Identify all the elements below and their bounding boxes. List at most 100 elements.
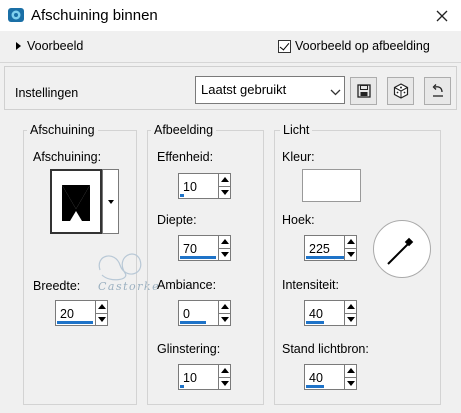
shininess-value: 10: [183, 371, 197, 385]
chevron-down-icon: [330, 85, 341, 99]
chevron-down-icon: [107, 199, 114, 204]
ambience-value: 0: [183, 307, 190, 321]
elevation-level-bar: [306, 385, 324, 388]
ambience-level-bar: [180, 321, 206, 324]
depth-input[interactable]: 70: [178, 235, 219, 261]
close-button[interactable]: [425, 2, 459, 29]
depth-decrement-button[interactable]: [219, 249, 230, 261]
width-spinner[interactable]: 20: [55, 300, 108, 326]
preview-on-image-checkbox[interactable]: Voorbeeld op afbeelding: [278, 37, 430, 55]
app-icon: [7, 6, 25, 24]
arrow-down-icon: [220, 380, 229, 386]
color-label: Kleur:: [282, 150, 315, 164]
angle-decrement-button[interactable]: [345, 249, 356, 261]
elevation-decrement-button[interactable]: [345, 378, 356, 390]
smoothness-spinner[interactable]: 10: [178, 173, 231, 199]
angle-spinner[interactable]: 225: [304, 235, 357, 261]
arrow-down-icon: [346, 251, 355, 257]
width-label: Breedte:: [33, 279, 81, 293]
bevel-shape-preview[interactable]: [50, 169, 102, 234]
width-decrement-button[interactable]: [96, 314, 107, 326]
intensity-level-bar: [306, 321, 324, 324]
light-color-swatch[interactable]: [302, 169, 361, 202]
preset-select-value: Laatst gebruikt: [201, 82, 287, 97]
angle-dial[interactable]: [373, 220, 431, 278]
settings-label: Instellingen: [15, 86, 79, 100]
reset-button[interactable]: [424, 77, 451, 105]
arrow-up-icon: [97, 304, 106, 310]
shininess-spinner[interactable]: 10: [178, 364, 231, 390]
elevation-label: Stand lichtbron:: [282, 342, 369, 356]
save-icon: [356, 84, 371, 98]
width-level-bar: [57, 321, 93, 324]
intensity-input[interactable]: 40: [304, 300, 345, 326]
angle-increment-button[interactable]: [345, 236, 356, 249]
arrow-up-icon: [220, 304, 229, 310]
angle-input[interactable]: 225: [304, 235, 345, 261]
width-input[interactable]: 20: [55, 300, 96, 326]
depth-label: Diepte:: [157, 213, 197, 227]
close-icon: [436, 10, 448, 21]
depth-increment-button[interactable]: [219, 236, 230, 249]
arrow-up-icon: [346, 368, 355, 374]
smoothness-label: Effenheid:: [157, 150, 214, 164]
bevel-shape-dropdown[interactable]: [102, 169, 119, 234]
shininess-increment-button[interactable]: [219, 365, 230, 378]
arrow-up-icon: [220, 239, 229, 245]
intensity-value: 40: [309, 307, 323, 321]
intensity-decrement-button[interactable]: [345, 314, 356, 326]
smoothness-value: 10: [183, 180, 197, 194]
smoothness-level-bar: [180, 194, 184, 197]
arrow-up-icon: [220, 368, 229, 374]
angle-value: 225: [309, 242, 330, 256]
arrow-down-icon: [346, 380, 355, 386]
save-preset-button[interactable]: [350, 77, 377, 105]
arrow-down-icon: [220, 316, 229, 322]
shininess-level-bar: [180, 385, 184, 388]
width-increment-button[interactable]: [96, 301, 107, 314]
intensity-label: Intensiteit:: [282, 278, 339, 292]
preview-toggle[interactable]: Voorbeeld: [16, 37, 83, 55]
ambience-decrement-button[interactable]: [219, 314, 230, 326]
angle-label: Hoek:: [282, 213, 315, 227]
ambience-input[interactable]: 0: [178, 300, 219, 326]
expand-arrow-icon: [16, 42, 21, 50]
arrow-down-icon: [346, 316, 355, 322]
elevation-value: 40: [309, 371, 323, 385]
elevation-spinner[interactable]: 40: [304, 364, 357, 390]
bevel-shape-icon: [62, 185, 90, 221]
arrow-down-icon: [97, 316, 106, 322]
light-group-title: Licht: [280, 123, 313, 137]
ambience-label: Ambiance:: [157, 278, 217, 292]
intensity-spinner[interactable]: 40: [304, 300, 357, 326]
shininess-label: Glinstering:: [157, 342, 221, 356]
ambience-increment-button[interactable]: [219, 301, 230, 314]
randomize-button[interactable]: [387, 77, 414, 105]
elevation-increment-button[interactable]: [345, 365, 356, 378]
preview-on-image-label: Voorbeeld op afbeelding: [295, 39, 430, 53]
divider: [0, 62, 461, 63]
intensity-increment-button[interactable]: [345, 301, 356, 314]
smoothness-increment-button[interactable]: [219, 174, 230, 187]
checkbox-checked[interactable]: [278, 39, 291, 53]
elevation-input[interactable]: 40: [304, 364, 345, 390]
bevel-group-title: Afschuining: [27, 123, 98, 137]
smoothness-decrement-button[interactable]: [219, 187, 230, 199]
depth-spinner[interactable]: 70: [178, 235, 231, 261]
ambience-spinner[interactable]: 0: [178, 300, 231, 326]
arrow-down-icon: [220, 251, 229, 257]
arrow-up-icon: [220, 177, 229, 183]
arrow-up-icon: [346, 239, 355, 245]
smoothness-input[interactable]: 10: [178, 173, 219, 199]
angle-level-bar: [306, 256, 344, 259]
arrow-down-icon: [220, 189, 229, 195]
dice-icon: [393, 83, 408, 99]
window-title: Afschuining binnen: [31, 7, 158, 24]
shininess-decrement-button[interactable]: [219, 378, 230, 390]
width-value: 20: [60, 307, 74, 321]
depth-level-bar: [180, 256, 216, 259]
depth-value: 70: [183, 242, 197, 256]
arrow-up-icon: [346, 304, 355, 310]
shininess-input[interactable]: 10: [178, 364, 219, 390]
image-group-title: Afbeelding: [151, 123, 217, 137]
